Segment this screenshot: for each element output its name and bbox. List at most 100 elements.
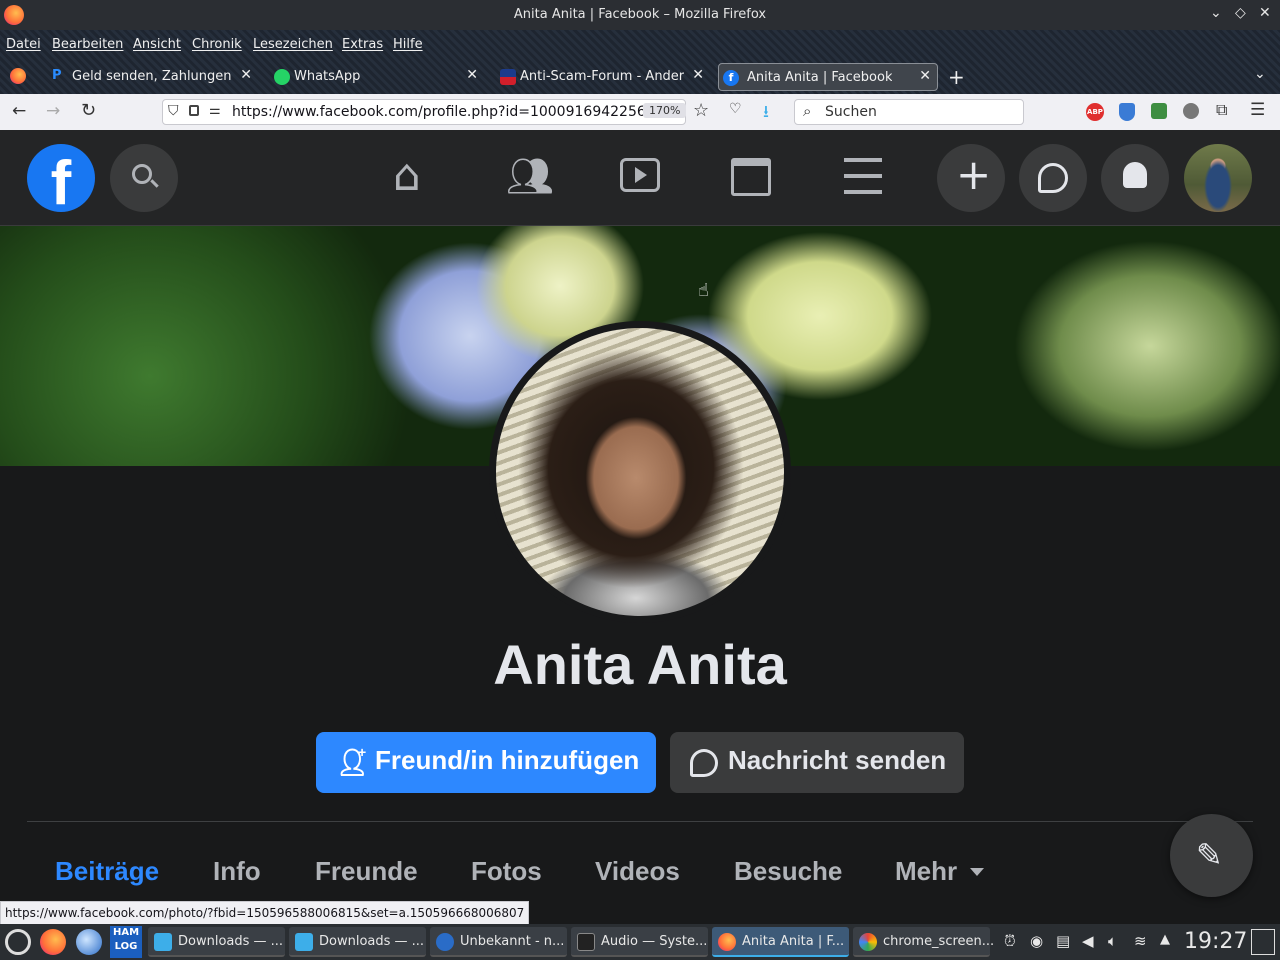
menu-bearbeiten[interactable]: Bearbeiten [52,37,123,52]
facebook-header: f ⌂ 👥︎ + [0,130,1280,226]
tab-videos[interactable]: Videos [595,856,680,887]
task-firefox-facebook[interactable]: Anita Anita | F... [712,927,849,957]
firefox-launcher-icon[interactable] [40,929,66,955]
show-desktop-icon[interactable] [1251,929,1275,955]
reload-icon[interactable]: ↻ [81,100,96,121]
search-field[interactable]: ⌕ Suchen [794,99,1024,125]
app-launcher-icon[interactable] [5,929,31,955]
thunderbird-launcher-icon[interactable] [76,929,102,955]
tab-besuche[interactable]: Besuche [734,856,842,887]
account-avatar[interactable] [1184,144,1252,212]
menu-hilfe[interactable]: Hilfe [393,37,423,52]
paypal-icon: P [52,68,62,83]
tab-anti-scam[interactable]: Anti-Scam-Forum - Ändern ✕ [496,63,710,91]
window-titlebar: Anita Anita | Facebook – Mozilla Firefox… [0,0,1280,30]
adblock-icon[interactable]: ABP [1086,103,1104,121]
menu-ansicht[interactable]: Ansicht [133,37,181,52]
marketplace-icon[interactable] [731,158,771,196]
wifi-icon[interactable]: ≋ [1134,932,1147,950]
profile-picture[interactable] [496,328,784,616]
hamlog-launcher-icon[interactable]: HAM LOG [110,926,142,958]
close-tab-icon[interactable]: ✕ [692,67,704,83]
send-message-button[interactable]: Nachricht senden [670,732,964,793]
messenger-button[interactable] [1019,144,1087,212]
url-bar[interactable]: ⛉ ⚌ https://www.facebook.com/profile.php… [162,99,687,125]
search-icon-handle [150,179,159,188]
close-window-icon[interactable]: ✕ [1259,5,1271,21]
task-unbekannt[interactable]: Unbekannt - n... [430,927,567,957]
notifications-button[interactable] [1101,144,1169,212]
clock[interactable]: 19:27 [1184,929,1247,954]
menu-datei[interactable]: Datei [6,37,41,52]
link-status-preview: https://www.facebook.com/photo/?fbid=150… [0,901,530,925]
extension-download-icon[interactable] [1151,103,1167,119]
pocket-icon[interactable]: ♡ [729,101,742,117]
folder-icon [295,933,313,951]
tab-fotos[interactable]: Fotos [471,856,542,887]
alarm-icon[interactable]: ⏰︎ [1004,932,1016,950]
tab-beitraege[interactable]: Beiträge [55,856,159,887]
bookmark-star-icon[interactable]: ☆ [693,100,709,121]
task-downloads-2[interactable]: Downloads — ... [289,927,426,957]
menu-lesezeichen[interactable]: Lesezeichen [253,37,333,52]
task-audio[interactable]: Audio — Syste... [571,927,708,957]
tab-info[interactable]: Info [213,856,261,887]
task-chrome-screenshot[interactable]: chrome_screen... [853,927,994,957]
list-tabs-icon[interactable]: ⌄ [1254,66,1266,82]
profile-name: Anita Anita [493,633,787,696]
menu-hamburger-icon[interactable] [844,158,882,194]
permissions-icon[interactable]: ⚌ [209,103,221,118]
media-volume-icon[interactable]: ◀︎ [1082,932,1094,950]
tab-whatsapp[interactable]: WhatsApp ✕ [270,63,484,91]
zoom-badge[interactable]: 170% [643,103,687,118]
plus-icon: + [956,150,992,199]
privacy-badger-icon[interactable] [1119,103,1135,121]
forum-icon [500,69,516,85]
close-tab-icon[interactable]: ✕ [919,68,931,84]
fb-search-button[interactable] [110,144,178,212]
facebook-logo-icon[interactable]: f [27,144,95,212]
thunderbird-icon [436,933,454,951]
maximize-icon[interactable]: ◇ [1235,5,1246,21]
update-icon[interactable]: ◉ [1030,932,1043,950]
add-friend-plus: + [358,744,367,760]
new-tab-icon[interactable]: + [948,65,965,89]
minimize-icon[interactable]: ⌄ [1210,5,1222,21]
extensions-puzzle-icon[interactable]: ⧉ [1216,100,1227,120]
firefox-view-icon[interactable] [10,68,26,84]
lock-icon[interactable] [189,105,199,116]
messenger-icon [690,749,718,777]
shield-icon[interactable]: ⛉ [168,103,179,119]
window-title: Anita Anita | Facebook – Mozilla Firefox [513,7,767,22]
add-friend-label: Freund/in hinzufügen [375,745,640,775]
mouse-cursor-icon: ☝ [698,280,709,301]
play-triangle [635,167,647,183]
app-menu-icon[interactable]: ☰ [1250,100,1265,120]
task-downloads-1[interactable]: Downloads — ... [148,927,285,957]
tab-facebook[interactable]: f Anita Anita | Facebook ✕ [718,63,938,91]
bell-icon [1123,162,1147,188]
tab-paypal[interactable]: P Geld senden, Zahlungen an ✕ [48,63,258,91]
home-icon[interactable]: ⌂ [393,150,421,201]
close-tab-icon[interactable]: ✕ [240,67,252,83]
watch-video-icon[interactable] [620,158,660,192]
tab-freunde[interactable]: Freunde [315,856,418,887]
downloads-icon[interactable]: ⭳ [763,99,769,128]
menu-chronik[interactable]: Chronik [192,37,242,52]
volume-icon[interactable]: 🔈︎ [1108,932,1117,950]
close-tab-icon[interactable]: ✕ [466,67,478,83]
friends-icon[interactable]: 👥︎ [506,154,554,199]
new-message-button[interactable]: ✎ [1170,814,1253,897]
tray-expand-icon[interactable]: ▲ [1160,932,1170,947]
add-friend-button[interactable]: 👤︎ + Freund/in hinzufügen [316,732,656,793]
back-icon[interactable]: ← [12,101,26,121]
messenger-icon [1038,163,1068,193]
forward-icon[interactable]: → [46,101,60,121]
tab-mehr[interactable]: Mehr [895,856,957,887]
menu-extras[interactable]: Extras [342,37,383,52]
create-button[interactable]: + [937,144,1005,212]
url-text[interactable]: https://www.facebook.com/profile.php?id=… [232,104,664,120]
chevron-down-icon[interactable] [970,868,984,876]
clipboard-icon[interactable]: ▤ [1056,932,1070,950]
media-extension-icon[interactable] [1183,103,1199,119]
